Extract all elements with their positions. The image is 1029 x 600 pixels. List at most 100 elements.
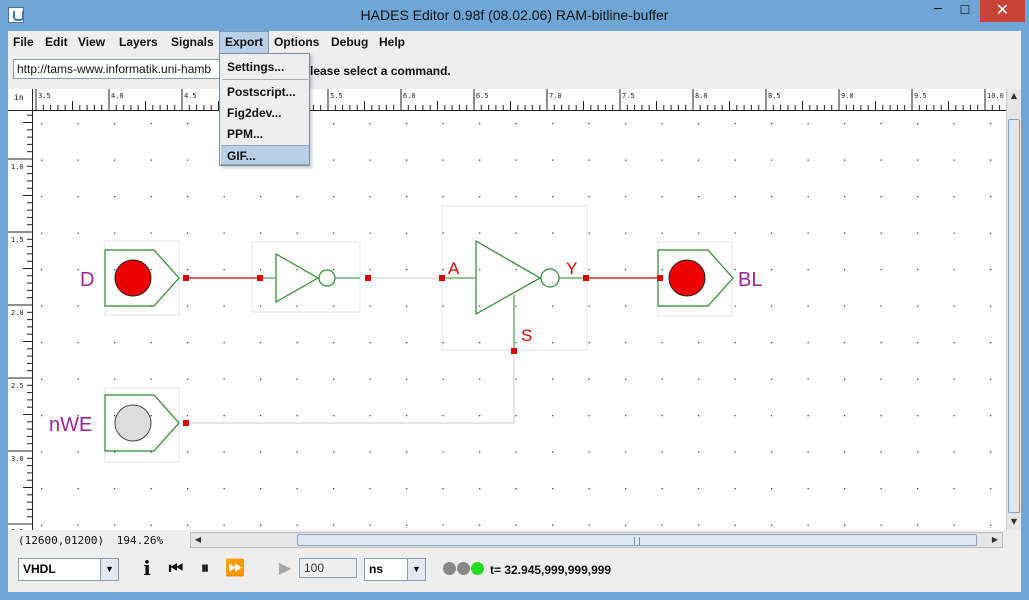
chevron-down-icon[interactable]: ▼ — [100, 559, 118, 580]
ruler-label: 3.5 — [11, 528, 24, 530]
grid-dot — [844, 305, 846, 307]
pin-d-out[interactable] — [183, 275, 189, 281]
time-unit-value: ns — [369, 562, 384, 576]
editor-area: in 3.54.04.55.05.56.06.57.07.58.08.59.09… — [8, 89, 1021, 530]
grid-dot — [77, 123, 79, 125]
maximize-button[interactable]: ☐ — [952, 0, 978, 22]
menu-help[interactable]: Help — [374, 31, 410, 54]
grid-dot — [515, 232, 517, 234]
menu-signals[interactable]: Signals — [166, 31, 219, 54]
horizontal-scrollbar[interactable]: ◀ ▶ — [190, 532, 1003, 548]
buffer-bubble[interactable] — [540, 268, 560, 288]
vertical-scrollbar[interactable]: ▲ ▼ — [1006, 89, 1021, 530]
scroll-up-arrow-icon[interactable]: ▲ — [1007, 89, 1021, 103]
grid-dot — [698, 488, 700, 490]
inverter-triangle[interactable] — [275, 252, 320, 304]
grid-dot — [187, 123, 189, 125]
buffer-triangle[interactable] — [475, 239, 542, 316]
pin-nwe-out[interactable] — [183, 420, 189, 426]
grid-dot — [442, 342, 444, 344]
vertical-scroll-thumb[interactable] — [1008, 119, 1020, 513]
export-gif[interactable]: GIF... — [221, 145, 309, 165]
menu-options[interactable]: Options — [269, 31, 324, 54]
grid-dot — [953, 232, 955, 234]
ruler-label: 4.5 — [184, 92, 197, 100]
wire-nwe[interactable] — [186, 351, 515, 424]
client-area: File Edit View Layers Signals Export Opt… — [8, 31, 1021, 592]
grid-dot — [442, 269, 444, 271]
pin-bl-in[interactable] — [657, 275, 663, 281]
grid-dot — [771, 524, 773, 526]
scroll-right-arrow-icon[interactable]: ▶ — [988, 533, 1002, 547]
grid-dot — [625, 159, 627, 161]
grid-dot — [625, 378, 627, 380]
scroll-grip-icon — [634, 537, 640, 545]
grid-dot — [588, 415, 590, 417]
menu-debug[interactable]: Debug — [326, 31, 373, 54]
grid-dot — [260, 269, 262, 271]
time-step-field[interactable]: 100 — [299, 558, 357, 578]
grid-dot — [77, 232, 79, 234]
pin-a[interactable] — [439, 275, 445, 281]
pause-icon[interactable]: ⏸ — [194, 557, 216, 579]
scroll-left-arrow-icon[interactable]: ◀ — [191, 533, 205, 547]
menu-layers[interactable]: Layers — [114, 31, 163, 54]
close-button[interactable]: ✕ — [980, 0, 1025, 22]
grid-dot — [260, 232, 262, 234]
play-icon[interactable]: ▶ — [274, 557, 296, 579]
language-select[interactable]: VHDL ▼ — [18, 558, 119, 581]
menu-view[interactable]: View — [73, 31, 110, 54]
grid-dot — [114, 269, 116, 271]
pin-inv-in[interactable] — [257, 275, 263, 281]
grid-dot — [917, 232, 919, 234]
grid-dot — [479, 415, 481, 417]
ruler-label: 4.0 — [111, 92, 124, 100]
export-fig2dev[interactable]: Fig2dev... — [221, 103, 309, 123]
schematic-canvas[interactable]: D nWE A Y S BL — [33, 111, 1006, 530]
grid-dot — [625, 269, 627, 271]
export-ppm[interactable]: PPM... — [221, 124, 309, 144]
menu-edit[interactable]: Edit — [40, 31, 73, 54]
grid-dot — [369, 488, 371, 490]
export-settings[interactable]: Settings... — [221, 57, 309, 77]
grid-dot — [588, 269, 590, 271]
minimize-button[interactable]: ─ — [925, 0, 951, 22]
export-postscript[interactable]: Postscript... — [221, 82, 309, 102]
ruler-label: 3.0 — [11, 455, 24, 463]
grid-dot — [807, 269, 809, 271]
menu-export[interactable]: Export — [219, 31, 270, 54]
grid-dot — [953, 451, 955, 453]
input-d-led[interactable] — [114, 259, 152, 297]
schematic-graphic[interactable]: D nWE A Y S BL — [33, 111, 1006, 530]
pin-inv-out[interactable] — [365, 275, 371, 281]
pin-s[interactable] — [511, 348, 517, 354]
time-unit-select[interactable]: ns ▼ — [364, 558, 426, 581]
ruler-label: 5.5 — [330, 92, 343, 100]
fast-forward-icon[interactable]: ⏩ — [224, 557, 246, 579]
grid-dot — [734, 232, 736, 234]
grid-dot — [442, 196, 444, 198]
grid-dot — [114, 451, 116, 453]
grid-dot — [625, 415, 627, 417]
chevron-down-icon[interactable]: ▼ — [407, 559, 425, 580]
grid-dot — [552, 524, 554, 526]
grid-dot — [771, 196, 773, 198]
output-bl-label: BL — [738, 269, 762, 291]
grid-dot — [734, 269, 736, 271]
grid-dot — [771, 488, 773, 490]
pin-a-label: A — [448, 259, 460, 278]
output-bl-led[interactable] — [668, 259, 706, 297]
grid-dot — [588, 305, 590, 307]
title-bar[interactable]: HADES Editor 0.98f (08.02.06) RAM-bitlin… — [0, 0, 1029, 31]
menu-file[interactable]: File — [8, 31, 39, 54]
pin-y[interactable] — [583, 275, 589, 281]
inverter-bubble[interactable] — [318, 269, 336, 287]
grid-dot — [515, 159, 517, 161]
horizontal-scroll-thumb[interactable] — [297, 534, 977, 546]
info-icon[interactable]: i — [136, 557, 158, 579]
input-nwe-led[interactable] — [114, 404, 152, 442]
rewind-icon[interactable]: ⏮ — [165, 557, 187, 579]
grid-dot — [625, 524, 627, 526]
grid-dot — [990, 451, 992, 453]
scroll-down-arrow-icon[interactable]: ▼ — [1007, 515, 1021, 529]
